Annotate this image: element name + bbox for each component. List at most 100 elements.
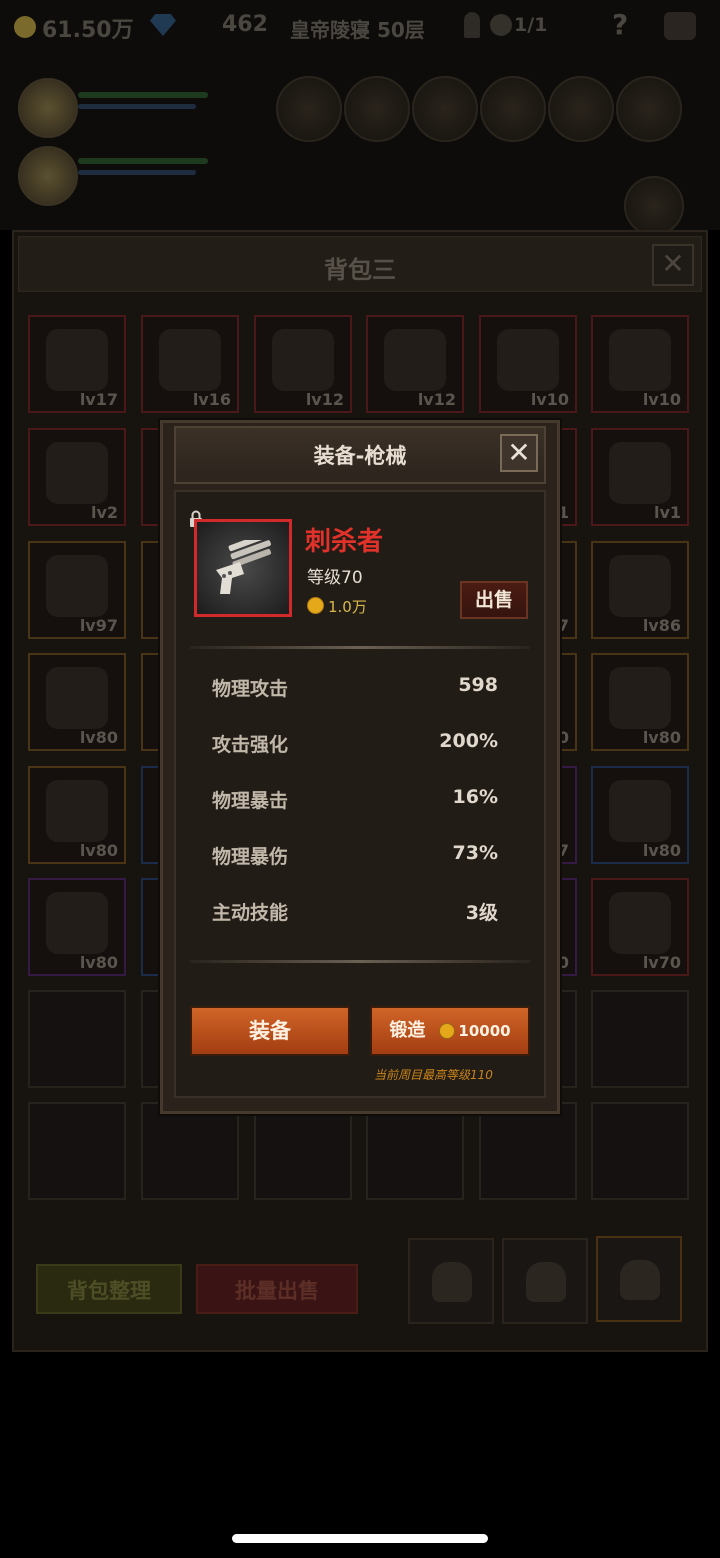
hero-2-hp-bar [78, 158, 208, 164]
hero-portrait-1[interactable] [18, 78, 78, 138]
backpack-slot[interactable]: lv16 [141, 315, 239, 413]
backpack-slot[interactable] [591, 990, 689, 1088]
backpack-slot[interactable]: lv10 [591, 315, 689, 413]
equipment-icon [272, 329, 334, 391]
equipment-icon [46, 555, 108, 617]
equip-button-label: 装备 [249, 1019, 291, 1043]
forge-cost: 10000 [458, 1022, 511, 1040]
slot-level: lv80 [642, 841, 681, 860]
hero-2-mp-bar [78, 170, 196, 175]
slot-level: lv12 [417, 390, 456, 409]
stat-value: 3级 [465, 902, 498, 924]
slot-level: lv86 [642, 616, 681, 635]
dialog-close-button[interactable]: ✕ [500, 434, 538, 472]
backpack-slot[interactable]: lv2 [28, 428, 126, 526]
stat-name: 物理暴击 [212, 790, 289, 812]
bag-icon [620, 1260, 660, 1300]
stat-value: 598 [458, 674, 498, 696]
stat-value: 16% [452, 786, 498, 808]
backpack-slot[interactable] [366, 1102, 464, 1200]
hero-1-mp-bar [78, 104, 196, 109]
stat-name: 物理暴伤 [212, 846, 289, 868]
slot-level: lv80 [79, 841, 118, 860]
equipment-icon [46, 329, 108, 391]
backpack-tab-2[interactable] [502, 1238, 588, 1324]
skill-slot-4-icon[interactable] [480, 76, 546, 142]
backpack-slot[interactable] [141, 1102, 239, 1200]
gem-count: 462 [222, 12, 268, 37]
top-hud: 61.50万 462 皇帝陵寝 50层 1/1 ? [0, 0, 720, 236]
backpack-slot[interactable]: lv80 [28, 766, 126, 864]
slot-level: lv10 [642, 390, 681, 409]
slot-level: lv80 [79, 728, 118, 747]
hero-portrait-2[interactable] [18, 146, 78, 206]
stat-name: 物理攻击 [212, 678, 289, 700]
backpack-slot[interactable]: lv80 [28, 653, 126, 751]
sell-button[interactable]: 出售 [460, 581, 528, 619]
home-indicator[interactable] [232, 1534, 488, 1543]
backpack-slot[interactable]: lv80 [591, 653, 689, 751]
backpack-slot[interactable]: lv86 [591, 541, 689, 639]
tower-floor[interactable]: 皇帝陵寝 50层 [290, 14, 425, 43]
stat-value: 73% [452, 842, 498, 864]
backpack-slot[interactable]: lv80 [591, 766, 689, 864]
slot-level: lv2 [90, 503, 118, 522]
equipment-icon [609, 555, 671, 617]
sort-backpack-button[interactable]: 背包整理 [36, 1264, 182, 1314]
backpack-slot[interactable] [254, 1102, 352, 1200]
backpack-slot[interactable] [28, 990, 126, 1088]
slot-level: lv17 [79, 390, 118, 409]
divider [190, 960, 530, 963]
coin-icon [307, 597, 324, 614]
slot-level: lv70 [642, 953, 681, 972]
gold-amount: 61.50万 [42, 18, 134, 43]
backpack-close-button[interactable]: ✕ [652, 244, 694, 286]
backpack-slot[interactable]: lv1 [591, 428, 689, 526]
bulk-sell-button[interactable]: 批量出售 [196, 1264, 358, 1314]
equipment-icon [384, 329, 446, 391]
backpack-slot[interactable] [591, 1102, 689, 1200]
coin-icon [439, 1023, 456, 1039]
max-level-note: 当前周目最高等级110 [374, 1068, 493, 1082]
key-count: 1/1 [514, 14, 548, 36]
backpack-slot[interactable]: lv10 [479, 315, 577, 413]
backpack-title: 背包三 [324, 256, 396, 284]
skill-slot-2-icon[interactable] [344, 76, 410, 142]
backpack-slot[interactable]: lv12 [254, 315, 352, 413]
skill-slot-1-icon[interactable] [276, 76, 342, 142]
equip-button[interactable]: 装备 [190, 1006, 350, 1056]
equipment-icon [46, 442, 108, 504]
backpack-slot[interactable]: lv12 [366, 315, 464, 413]
equipment-icon [609, 442, 671, 504]
key-icon [464, 12, 480, 38]
slot-level: lv10 [530, 390, 569, 409]
equipment-icon [609, 780, 671, 842]
equipment-icon [46, 667, 108, 729]
forge-button[interactable]: 锻造 10000 [370, 1006, 530, 1056]
bag-icon [526, 1262, 566, 1302]
slot-level: lv80 [79, 953, 118, 972]
backpack-tab-1[interactable] [408, 1238, 494, 1324]
backpack-slot[interactable] [479, 1102, 577, 1200]
stat-name: 主动技能 [212, 902, 289, 924]
gold-coin-icon [14, 16, 36, 38]
equipment-icon [497, 329, 559, 391]
backpack-tab-3[interactable] [596, 1236, 682, 1322]
skill-slot-5-icon[interactable] [548, 76, 614, 142]
equipment-icon [609, 667, 671, 729]
skill-slot-7-icon[interactable] [624, 176, 684, 236]
backpack-slot[interactable]: lv80 [28, 878, 126, 976]
help-icon[interactable]: ? [612, 8, 628, 41]
backpack-slot[interactable]: lv17 [28, 315, 126, 413]
backpack-slot[interactable]: lv70 [591, 878, 689, 976]
gatling-gun-icon [216, 540, 272, 594]
backpack-slot[interactable]: lv97 [28, 541, 126, 639]
skill-slot-6-icon[interactable] [616, 76, 682, 142]
slot-level: lv16 [192, 390, 231, 409]
skill-slot-3-icon[interactable] [412, 76, 478, 142]
dialog-title: 装备-枪械 [313, 444, 407, 468]
settings-icon[interactable] [664, 12, 696, 40]
hero-1-hp-bar [78, 92, 208, 98]
backpack-slot[interactable] [28, 1102, 126, 1200]
equipment-icon [46, 780, 108, 842]
